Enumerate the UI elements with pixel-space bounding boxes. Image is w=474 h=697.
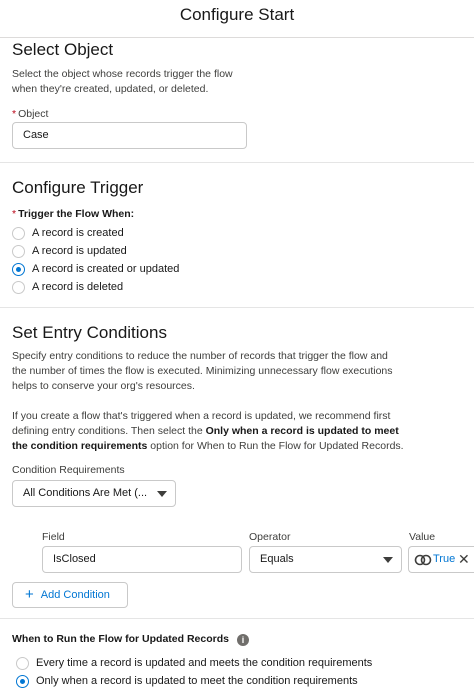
object-field-label: * Object	[12, 108, 49, 120]
operator-column-label: Operator	[249, 531, 291, 543]
chevron-down-icon	[383, 557, 393, 563]
field-column-label: Field	[42, 531, 65, 543]
run-option-every-time[interactable]: Every time a record is updated and meets…	[16, 655, 372, 671]
entry-conditions-description-line3: helps to conserve your org's resources.	[12, 380, 195, 392]
condition-operator-select[interactable]: Equals	[249, 546, 402, 573]
value-column-label: Value	[409, 531, 436, 543]
entry-conditions-description-line1: Specify entry conditions to reduce the n…	[12, 350, 388, 362]
condition-requirements-select[interactable]: All Conditions Are Met (...	[12, 480, 176, 507]
select-object-description-line2: when they're created, updated, or delete…	[12, 83, 209, 95]
trigger-option-created[interactable]: A record is created	[12, 225, 124, 241]
trigger-option-created-or-updated[interactable]: A record is created or updated	[12, 261, 179, 277]
boolean-toggle-icon	[414, 554, 432, 566]
trigger-option-updated[interactable]: A record is updated	[12, 243, 127, 259]
entry-conditions-description-line2: the number of times the flow is executed…	[12, 365, 393, 377]
condition-value-text: True	[433, 553, 456, 565]
recommendation-line1: If you create a flow that's triggered wh…	[12, 410, 391, 422]
close-icon[interactable]: ✕	[458, 551, 470, 567]
section-divider	[0, 618, 474, 619]
add-condition-button[interactable]: + Add Condition	[12, 582, 128, 608]
when-to-run-heading: When to Run the Flow for Updated Records…	[12, 633, 249, 646]
radio-button[interactable]	[12, 280, 25, 294]
radio-button-selected[interactable]	[16, 674, 29, 688]
run-option-only-when[interactable]: Only when a record is updated to meet th…	[16, 673, 358, 689]
radio-button-selected[interactable]	[12, 262, 25, 276]
radio-button[interactable]	[16, 656, 29, 670]
condition-field-input[interactable]: IsClosed	[42, 546, 242, 573]
radio-button[interactable]	[12, 244, 25, 258]
section-divider	[0, 162, 474, 163]
section-divider	[0, 307, 474, 308]
recommendation-line3: the condition requirements option for Wh…	[12, 440, 404, 452]
condition-requirements-label: Condition Requirements	[12, 464, 125, 476]
trigger-option-deleted[interactable]: A record is deleted	[12, 279, 123, 295]
recommendation-line2: defining entry conditions. Then select t…	[12, 425, 399, 437]
entry-conditions-heading: Set Entry Conditions	[12, 323, 167, 342]
plus-icon: +	[25, 586, 34, 603]
object-input[interactable]: Case	[12, 122, 247, 149]
radio-button[interactable]	[12, 226, 25, 240]
panel-header: Configure Start	[0, 0, 474, 38]
select-object-heading: Select Object	[12, 40, 114, 59]
chevron-down-icon	[157, 491, 167, 497]
condition-value-pill[interactable]: True ✕	[408, 546, 474, 573]
page-title: Configure Start	[179, 5, 295, 24]
configure-trigger-heading: Configure Trigger	[12, 178, 144, 197]
info-icon[interactable]: i	[237, 634, 249, 646]
trigger-label: * Trigger the Flow When:	[12, 208, 135, 220]
select-object-description-line1: Select the object whose records trigger …	[12, 68, 233, 80]
